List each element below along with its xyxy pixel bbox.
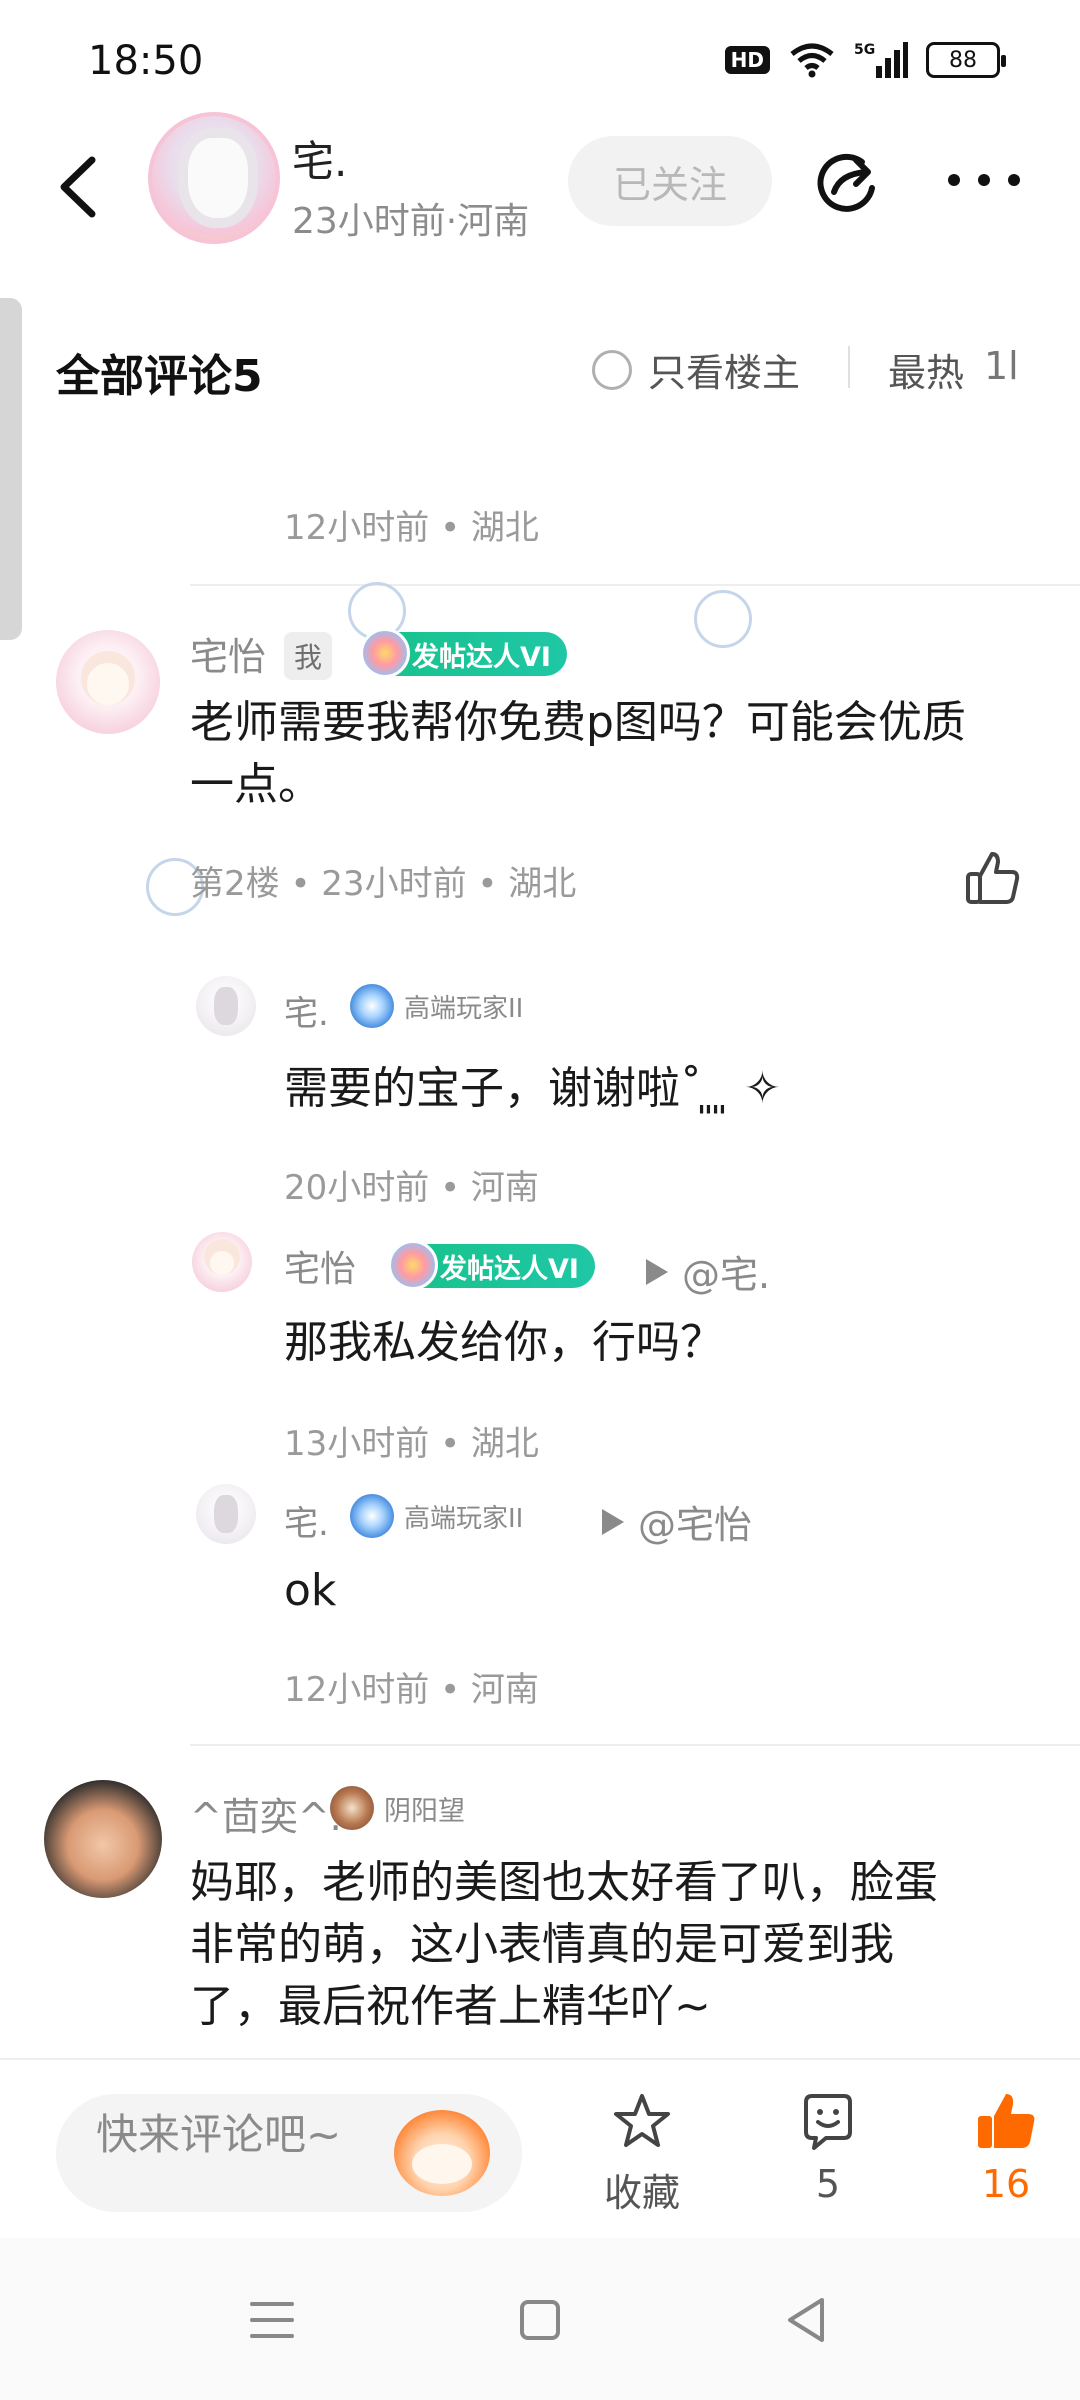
badge-label: 高端玩家II xyxy=(404,1503,524,1534)
reply-meta: 20小时前 • 河南 xyxy=(284,1168,539,1208)
comment-input-placeholder[interactable]: 快来评论吧~ xyxy=(96,2108,396,2162)
comments-title: 全部评论5 xyxy=(56,351,263,402)
comment-text: 妈耶，老师的美图也太好看了叭，脸蛋 xyxy=(190,1857,938,1908)
badge-icon xyxy=(388,1240,438,1290)
radio-icon[interactable] xyxy=(592,349,632,390)
badge-icon xyxy=(350,1494,394,1538)
reply-text: ok xyxy=(284,1565,337,1616)
badge-label: 发帖达人VI xyxy=(440,1253,579,1285)
badge-icon xyxy=(330,1786,374,1830)
reply-meta: 13小时前 • 湖北 xyxy=(284,1424,539,1464)
me-tag: 我 xyxy=(284,632,333,680)
divider xyxy=(190,584,1080,586)
avatar[interactable] xyxy=(56,630,160,734)
reply-to-label[interactable]: @宅怡 xyxy=(638,1494,752,1549)
reply-name[interactable]: 宅. xyxy=(284,986,329,1035)
back-triangle-icon[interactable] xyxy=(778,2290,838,2350)
badge-label: 发帖达人VI xyxy=(412,641,551,673)
badge-label: 高端玩家II xyxy=(404,993,524,1024)
reply-name[interactable]: 宅怡 xyxy=(284,1240,356,1292)
back-arrow-icon[interactable] xyxy=(50,152,110,222)
commenter-name[interactable]: 宅怡 xyxy=(190,626,266,681)
status-bar: 18:50 HD 5G 88 xyxy=(0,0,1080,120)
svg-text:5G: 5G xyxy=(854,42,875,58)
level-badge[interactable]: 发帖达人VI xyxy=(360,628,567,678)
reply-text: 那我私发给你，行吗？ xyxy=(284,1317,724,1368)
battery-icon: 88 xyxy=(926,42,1006,78)
comment-count: 5 xyxy=(815,2162,841,2206)
divider xyxy=(848,346,850,388)
owner-only-toggle[interactable]: 只看楼主 xyxy=(592,342,800,397)
hd-icon: HD xyxy=(724,46,770,74)
cellular-signal-icon: 5G xyxy=(854,42,908,78)
level-badge[interactable]: 发帖达人VI xyxy=(388,1240,595,1290)
battery-level: 88 xyxy=(949,47,977,73)
star-icon[interactable] xyxy=(610,2090,674,2154)
reply-arrow-icon xyxy=(646,1258,668,1285)
level-badge[interactable]: 高端玩家II xyxy=(350,1494,523,1538)
divider xyxy=(190,1744,1080,1746)
author-avatar[interactable] xyxy=(148,112,280,244)
touch-indicator xyxy=(694,590,752,648)
badge-icon xyxy=(360,628,410,678)
sort-icon[interactable]: 1l xyxy=(984,344,1019,388)
level-badge[interactable]: 阴阳望 xyxy=(330,1786,465,1830)
follow-button[interactable]: 已关注 xyxy=(568,136,772,226)
home-square-icon[interactable] xyxy=(510,2290,570,2350)
comment-text: 一点。 xyxy=(190,759,322,810)
favorite-label: 收藏 xyxy=(603,2171,680,2215)
avatar[interactable] xyxy=(196,1484,256,1544)
reply-text: 需要的宝子，谢谢啦˚ ͈ ͈ ✧ xyxy=(284,1063,781,1114)
previous-reply-meta: 12小时前 • 湖北 xyxy=(284,508,539,548)
share-icon[interactable] xyxy=(812,148,882,218)
post-header: 宅. 23小时前·河南 已关注 xyxy=(0,112,1080,262)
reply-meta: 12小时前 • 河南 xyxy=(284,1670,539,1710)
reply-to[interactable]: @宅怡 xyxy=(602,1494,752,1549)
avatar[interactable] xyxy=(44,1780,162,1898)
reply-name[interactable]: 宅. xyxy=(284,1496,329,1545)
mascot-emoji-icon[interactable] xyxy=(394,2110,490,2196)
sort-hot-button[interactable]: 最热 xyxy=(888,342,964,397)
status-time: 18:50 xyxy=(88,38,204,84)
wifi-icon xyxy=(790,43,834,78)
favorite-button[interactable]: 收藏 xyxy=(582,2090,702,2217)
reply-arrow-icon xyxy=(602,1508,624,1535)
badge-icon xyxy=(350,984,394,1028)
comments-button[interactable]: 5 xyxy=(768,2090,888,2206)
avatar[interactable] xyxy=(192,1232,252,1292)
owner-only-label: 只看楼主 xyxy=(648,351,801,395)
menu-icon[interactable] xyxy=(242,2290,302,2350)
thumbs-up-filled-icon[interactable] xyxy=(974,2090,1038,2154)
reply-to[interactable]: @宅. xyxy=(646,1244,770,1299)
bottom-action-bar: 快来评论吧~ 收藏 5 16 xyxy=(0,2058,1080,2238)
commenter-name[interactable]: ^茴奕^. xyxy=(190,1786,342,1841)
side-drawer-handle[interactable] xyxy=(0,298,22,640)
author-name[interactable]: 宅. xyxy=(292,128,347,189)
comment-text: 老师需要我帮你免费p图吗？可能会优质 xyxy=(190,697,966,748)
comment-meta: 第2楼 • 23小时前 • 湖北 xyxy=(190,864,577,904)
comment-input[interactable]: 快来评论吧~ xyxy=(56,2094,522,2212)
like-count: 16 xyxy=(981,2162,1031,2206)
level-badge[interactable]: 高端玩家II xyxy=(350,984,523,1028)
system-nav-bar xyxy=(0,2238,1080,2400)
status-icons: HD 5G 88 xyxy=(724,40,1006,80)
comment-text: 了，最后祝作者上精华吖~ xyxy=(190,1981,711,2032)
comment-bubble-icon[interactable] xyxy=(796,2090,860,2154)
reply-to-label[interactable]: @宅. xyxy=(682,1244,770,1299)
badge-label: 阴阳望 xyxy=(384,1795,465,1827)
comment-text: 非常的萌，这小表情真的是可爱到我 xyxy=(190,1919,894,1970)
more-options-icon[interactable] xyxy=(948,160,1020,200)
like-button[interactable]: 16 xyxy=(946,2090,1066,2206)
avatar[interactable] xyxy=(196,976,256,1036)
author-meta: 23小时前·河南 xyxy=(292,201,530,242)
thumbs-up-icon[interactable] xyxy=(962,848,1022,908)
